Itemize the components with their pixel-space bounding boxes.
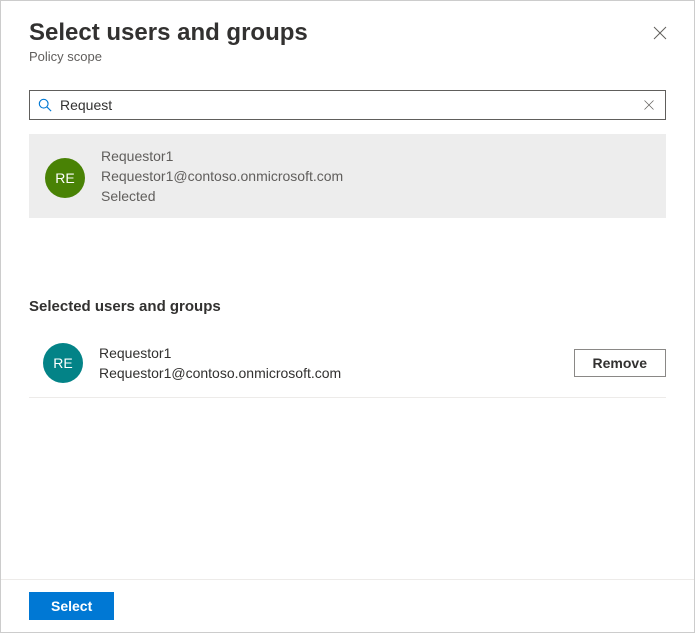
selected-info: Requestor1 Requestor1@contoso.onmicrosof…: [99, 345, 558, 381]
search-icon: [38, 98, 52, 112]
panel-content: RE Requestor1 Requestor1@contoso.onmicro…: [1, 74, 694, 579]
selected-list-item: RE Requestor1 Requestor1@contoso.onmicro…: [29, 333, 666, 398]
selected-email: Requestor1@contoso.onmicrosoft.com: [99, 365, 558, 381]
search-box[interactable]: [29, 90, 666, 120]
selected-name: Requestor1: [99, 345, 558, 361]
panel-header: Select users and groups Policy scope: [1, 1, 694, 74]
close-icon: [652, 25, 668, 41]
panel-title: Select users and groups: [29, 19, 666, 47]
panel-subtitle: Policy scope: [29, 49, 666, 64]
avatar: RE: [43, 343, 83, 383]
result-status: Selected: [101, 188, 343, 204]
result-email: Requestor1@contoso.onmicrosoft.com: [101, 168, 343, 184]
select-button[interactable]: Select: [29, 592, 114, 620]
result-name: Requestor1: [101, 148, 343, 164]
selected-section-heading: Selected users and groups: [29, 298, 682, 315]
panel-footer: Select: [1, 579, 694, 632]
avatar: RE: [45, 158, 85, 198]
close-button[interactable]: [650, 23, 670, 43]
result-info: Requestor1 Requestor1@contoso.onmicrosof…: [101, 148, 343, 204]
search-input[interactable]: [60, 97, 635, 113]
remove-button[interactable]: Remove: [574, 349, 666, 377]
clear-icon: [643, 99, 655, 111]
search-result-item[interactable]: RE Requestor1 Requestor1@contoso.onmicro…: [29, 134, 666, 218]
clear-search-button[interactable]: [643, 98, 657, 112]
